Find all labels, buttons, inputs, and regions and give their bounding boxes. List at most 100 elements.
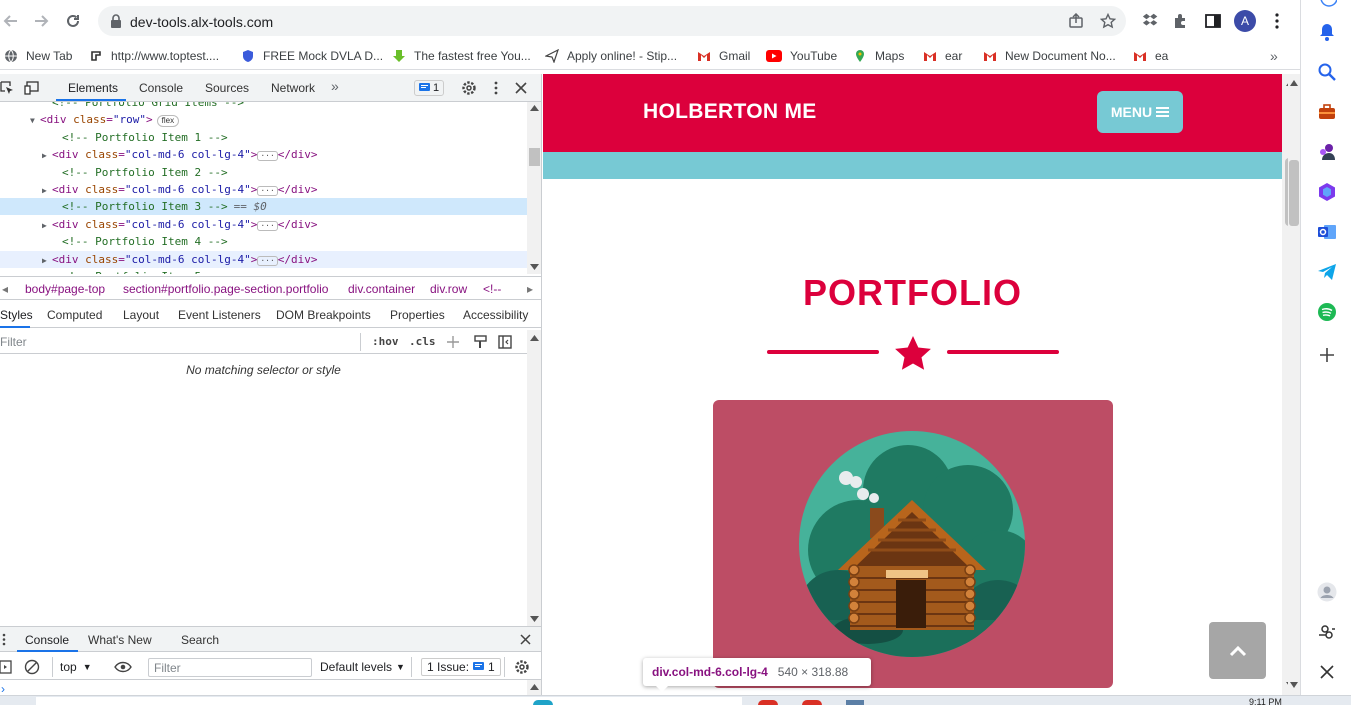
bell-icon[interactable] bbox=[1317, 22, 1337, 42]
taskbar-app-icon[interactable] bbox=[802, 700, 822, 705]
bookmark-youtube[interactable]: YouTube bbox=[766, 48, 837, 64]
hov-toggle[interactable]: :hov bbox=[372, 335, 399, 348]
breadcrumb-item[interactable]: div.row bbox=[430, 282, 467, 296]
dom-node-row[interactable]: ▶ <div class="col-md-6 col-lg-4"> ··· </div… bbox=[0, 250, 527, 269]
scroll-up-icon[interactable] bbox=[530, 684, 539, 690]
scroll-down-icon[interactable] bbox=[530, 264, 539, 270]
dropbox-icon[interactable] bbox=[1142, 12, 1160, 30]
styles-filter-input[interactable]: Filter bbox=[0, 335, 27, 349]
bookmark-apply-online[interactable]: Apply online! - Stip... bbox=[545, 48, 677, 64]
browser-scrollbar[interactable] bbox=[1288, 74, 1300, 695]
add-icon[interactable] bbox=[1317, 345, 1337, 365]
console-scrollbar[interactable] bbox=[527, 680, 541, 695]
close-drawer-icon[interactable] bbox=[520, 634, 531, 645]
search-icon[interactable] bbox=[1317, 62, 1337, 82]
tab-computed[interactable]: Computed bbox=[47, 308, 102, 322]
add-rule-icon[interactable] bbox=[446, 335, 460, 349]
expand-triangle-icon[interactable]: ▶ bbox=[42, 147, 52, 164]
more-tabs-icon[interactable]: » bbox=[331, 78, 339, 94]
context-selector[interactable]: top ▼ bbox=[60, 660, 92, 674]
portfolio-item-card[interactable] bbox=[713, 400, 1113, 688]
more-vert-icon[interactable] bbox=[492, 81, 500, 95]
office-icon[interactable] bbox=[1317, 182, 1337, 202]
side-panel-icon[interactable] bbox=[1204, 12, 1222, 30]
scroll-to-top-button[interactable] bbox=[1209, 622, 1266, 679]
dom-node-row[interactable]: <!-- Portfolio Item 4 --> bbox=[0, 233, 527, 250]
settings-sliders-icon[interactable] bbox=[1317, 622, 1337, 642]
more-vert-icon[interactable] bbox=[1268, 12, 1286, 30]
issues-counter-button[interactable]: 1 bbox=[414, 80, 444, 96]
taskbar-search-box[interactable] bbox=[36, 697, 742, 705]
gear-icon[interactable] bbox=[461, 80, 477, 96]
inspect-element-icon[interactable] bbox=[0, 81, 14, 95]
bookmark-new-tab[interactable]: New Tab bbox=[4, 48, 72, 64]
bookmark-new-document[interactable]: New Document No... bbox=[983, 48, 1116, 64]
expand-triangle-icon[interactable]: ▶ bbox=[42, 182, 52, 199]
breadcrumb-item[interactable]: <!-- bbox=[483, 282, 501, 296]
reload-button[interactable] bbox=[62, 10, 84, 32]
tab-properties[interactable]: Properties bbox=[390, 308, 445, 322]
telegram-icon[interactable] bbox=[1317, 262, 1337, 282]
expand-triangle-icon[interactable]: ▶ bbox=[42, 252, 52, 269]
breadcrumb-item[interactable]: div.container bbox=[348, 282, 415, 296]
styles-scrollbar[interactable] bbox=[527, 330, 541, 626]
bookmark-gmail[interactable]: Gmail bbox=[697, 48, 750, 64]
console-settings-gear-icon[interactable] bbox=[514, 659, 530, 675]
tab-network[interactable]: Network bbox=[271, 81, 315, 95]
console-sidebar-icon[interactable] bbox=[0, 660, 12, 674]
dom-node-row[interactable]: ▶ <div class="col-md-6 col-lg-4"> ··· </div… bbox=[0, 216, 527, 233]
scroll-down-icon[interactable] bbox=[530, 616, 539, 622]
dom-node-row[interactable]: ▼ <div class="row"> flex bbox=[0, 111, 527, 128]
taskbar-app-icon[interactable] bbox=[846, 700, 864, 705]
breadcrumb-item[interactable]: section#portfolio.page-section.portfolio bbox=[123, 282, 328, 296]
drawer-tab-whats-new[interactable]: What's New bbox=[88, 633, 152, 647]
breadcrumb-left-icon[interactable]: ◂ bbox=[2, 282, 8, 296]
forward-button[interactable] bbox=[30, 10, 52, 32]
ellipsis-icon[interactable]: ··· bbox=[257, 255, 278, 266]
dom-node-row[interactable]: <!-- Portfolio Grid Items --> bbox=[0, 102, 527, 111]
site-brand[interactable]: HOLBERTON ME bbox=[643, 100, 817, 124]
tab-styles[interactable]: Styles bbox=[0, 308, 33, 322]
dom-node-row[interactable]: ▶ <div class="col-md-6 col-lg-4"> ··· </div… bbox=[0, 146, 527, 163]
tab-sources[interactable]: Sources bbox=[205, 81, 249, 95]
bookmark-star-icon[interactable] bbox=[1100, 13, 1116, 29]
paint-brush-icon[interactable] bbox=[474, 335, 488, 349]
chat-bubble-icon[interactable] bbox=[1317, 0, 1337, 12]
scroll-up-icon[interactable] bbox=[1290, 80, 1298, 86]
scroll-thumb[interactable] bbox=[529, 148, 540, 166]
bookmark-toptest[interactable]: http://www.toptest.... bbox=[89, 48, 219, 64]
ellipsis-icon[interactable]: ··· bbox=[257, 151, 278, 162]
tab-event-listeners[interactable]: Event Listeners bbox=[178, 308, 261, 322]
dom-node-row[interactable]: <!-- Portfolio Item 2 --> bbox=[0, 164, 527, 181]
games-icon[interactable] bbox=[1317, 142, 1337, 162]
scroll-up-icon[interactable] bbox=[530, 105, 539, 111]
back-button[interactable] bbox=[0, 10, 22, 32]
eye-icon[interactable] bbox=[114, 661, 132, 673]
address-bar[interactable]: dev-tools.alx-tools.com bbox=[98, 6, 1126, 36]
close-icon[interactable] bbox=[1317, 662, 1337, 682]
bookmark-ea[interactable]: ea bbox=[1133, 48, 1168, 64]
dom-node-row[interactable]: ▶ <div class="col-md-6 col-lg-4"> ··· </div… bbox=[0, 181, 527, 198]
sidebar-toggle-icon[interactable] bbox=[498, 335, 512, 349]
bookmarks-overflow-button[interactable]: » bbox=[1270, 48, 1278, 64]
dom-node-row[interactable]: <!-- Portfolio Item 3 --> == $0 bbox=[0, 198, 527, 216]
briefcase-icon[interactable] bbox=[1317, 102, 1337, 122]
breadcrumb-item[interactable]: body#page-top bbox=[25, 282, 105, 296]
breadcrumb-right-icon[interactable]: ▸ bbox=[527, 282, 533, 296]
tab-accessibility[interactable]: Accessibility bbox=[463, 308, 528, 322]
tab-console[interactable]: Console bbox=[139, 81, 183, 95]
spotify-icon[interactable] bbox=[1317, 302, 1337, 322]
outlook-icon[interactable] bbox=[1317, 222, 1337, 242]
dom-tree-scrollbar[interactable] bbox=[527, 102, 541, 274]
ellipsis-icon[interactable]: ··· bbox=[257, 220, 278, 231]
log-levels-dropdown[interactable]: Default levels ▼ bbox=[320, 660, 405, 674]
bookmark-youtube-downloader[interactable]: The fastest free You... bbox=[392, 48, 531, 64]
tab-layout[interactable]: Layout bbox=[123, 308, 159, 322]
close-icon[interactable] bbox=[515, 82, 527, 94]
bookmark-dvla[interactable]: FREE Mock DVLA D... bbox=[241, 48, 383, 64]
drawer-menu-icon[interactable] bbox=[2, 633, 6, 646]
scroll-up-icon[interactable] bbox=[530, 335, 539, 341]
taskbar-app-icon[interactable] bbox=[533, 700, 553, 705]
bookmark-maps[interactable]: Maps bbox=[853, 48, 904, 64]
tab-elements[interactable]: Elements bbox=[68, 81, 118, 95]
